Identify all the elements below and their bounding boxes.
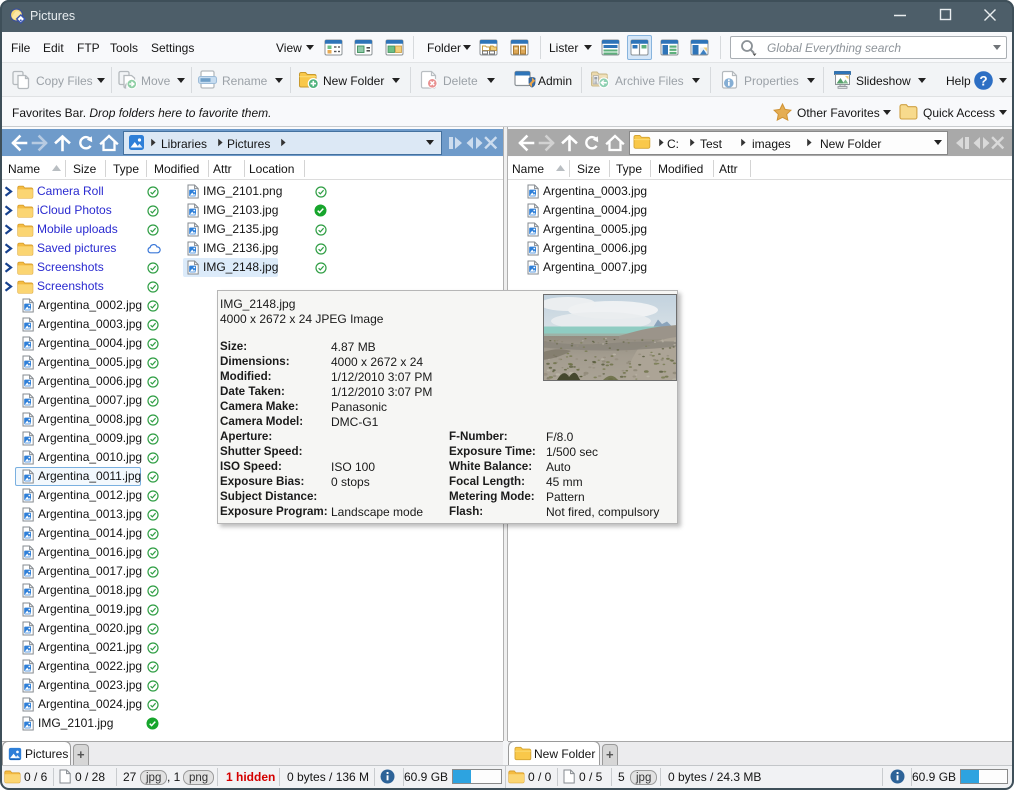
svg-text:?: ? [979, 73, 987, 88]
